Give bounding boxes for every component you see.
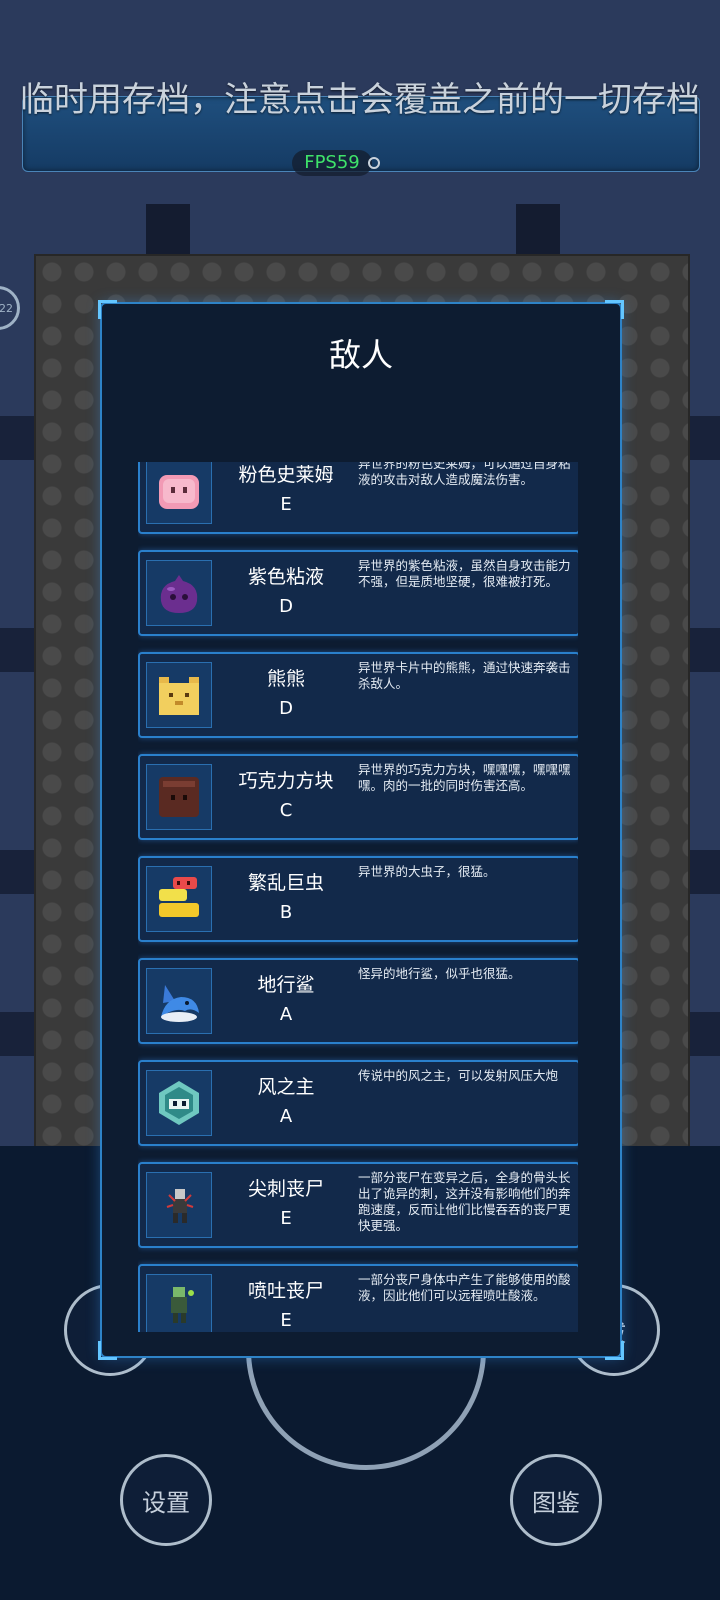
enemy-grade: B bbox=[279, 902, 293, 923]
enemy-name: 风之主 bbox=[257, 1076, 315, 1098]
enemy-grade: E bbox=[280, 494, 292, 515]
enemy-grade: D bbox=[279, 596, 293, 617]
fps-counter: FPS59 bbox=[292, 150, 372, 176]
codex-button-label: 图鉴 bbox=[532, 1488, 580, 1517]
enemy-portrait bbox=[146, 662, 212, 728]
enemy-portrait bbox=[146, 560, 212, 626]
modal-title: 敌人 bbox=[328, 336, 393, 374]
corner-decoration bbox=[98, 300, 117, 319]
enemy-grade: C bbox=[279, 800, 293, 821]
enemy-name: 尖刺丧尸 bbox=[247, 1178, 324, 1200]
corner-decoration bbox=[605, 1341, 624, 1360]
enemy-card[interactable]: 地行鲨 A 怪异的地行鲨，似乎也很猛。 bbox=[138, 958, 578, 1044]
wind-lord-icon bbox=[159, 1081, 199, 1125]
enemy-description: 一部分丧尸身体中产生了能够使用的酸液，因此他们可以远程喷吐酸液。 bbox=[358, 1272, 571, 1303]
enemy-card[interactable]: 粉色史莱姆 E 异世界的粉色史莱姆，可以通过自身粘液的攻击对敌人造成魔法伤害。 bbox=[138, 462, 578, 534]
giant-worm-icon bbox=[159, 877, 199, 917]
enemy-description: 异世界的粉色史莱姆，可以通过自身粘液的攻击对敌人造成魔法伤害。 bbox=[358, 462, 571, 487]
enemy-portrait bbox=[146, 764, 212, 830]
enemy-description: 异世界的大虫子，很猛。 bbox=[358, 864, 496, 879]
enemy-card[interactable]: 繁乱巨虫 B 异世界的大虫子，很猛。 bbox=[138, 856, 578, 942]
enemy-grade: E bbox=[280, 1208, 292, 1229]
enemy-portrait bbox=[146, 462, 212, 524]
corner-decoration bbox=[98, 1341, 117, 1360]
land-shark-icon bbox=[161, 985, 199, 1022]
enemy-portrait bbox=[146, 866, 212, 932]
enemy-portrait bbox=[146, 1070, 212, 1136]
enemy-name: 粉色史莱姆 bbox=[238, 464, 334, 486]
settings-button[interactable]: 设置 bbox=[120, 1454, 212, 1546]
purple-slime-icon bbox=[160, 575, 198, 613]
enemy-name: 地行鲨 bbox=[257, 974, 315, 996]
enemy-card[interactable]: 巧克力方块 C 异世界的巧克力方块，嘿嘿嘿，嘿嘿嘿嘿。肉的一批的同时伤害还高。 bbox=[138, 754, 578, 840]
enemy-card[interactable]: 风之主 A 传说中的风之主，可以发射风压大炮 bbox=[138, 1060, 578, 1146]
spitter-zombie-icon bbox=[171, 1287, 194, 1323]
corner-decoration bbox=[605, 300, 624, 319]
enemy-name: 紫色粘液 bbox=[247, 566, 324, 588]
enemy-description: 一部分丧尸在变异之后，全身的骨头长出了诡异的刺，这并没有影响他们的奔跑速度，反而… bbox=[358, 1170, 571, 1233]
enemy-portrait bbox=[146, 1274, 212, 1332]
enemy-description: 异世界的紫色粘液，虽然自身攻击能力不强，但是质地坚硬，很难被打死。 bbox=[358, 558, 571, 589]
enemy-codex-modal: 敌人 粉色史莱姆 E 异世界的粉色史莱姆，可以通过自身粘液的攻击对敌人造成魔法伤… bbox=[98, 300, 624, 1360]
enemy-name: 喷吐丧尸 bbox=[247, 1280, 324, 1302]
level-badge[interactable]: 22 bbox=[0, 286, 20, 330]
spike-zombie-icon bbox=[166, 1189, 194, 1223]
enemy-portrait bbox=[146, 968, 212, 1034]
enemy-list[interactable]: 粉色史莱姆 E 异世界的粉色史莱姆，可以通过自身粘液的攻击对敌人造成魔法伤害。 … bbox=[138, 462, 578, 1332]
codex-button[interactable]: 图鉴 bbox=[510, 1454, 602, 1546]
settings-button-label: 设置 bbox=[142, 1488, 190, 1517]
enemy-grade: D bbox=[279, 698, 293, 719]
enemy-portrait bbox=[146, 1172, 212, 1238]
enemy-card[interactable]: 紫色粘液 D 异世界的紫色粘液，虽然自身攻击能力不强，但是质地坚硬，很难被打死。 bbox=[138, 550, 578, 636]
enemy-name: 熊熊 bbox=[266, 668, 305, 690]
chocolate-block-icon bbox=[159, 777, 199, 817]
enemy-description: 异世界卡片中的熊熊，通过快速奔袭击杀敌人。 bbox=[358, 660, 571, 691]
save-warning-text: 临时用存档，注意点击会覆盖之前的一切存档 bbox=[20, 80, 700, 120]
enemy-card[interactable]: 熊熊 D 异世界卡片中的熊熊，通过快速奔袭击杀敌人。 bbox=[138, 652, 578, 738]
enemy-name: 巧克力方块 bbox=[238, 770, 334, 792]
gate-tower-right bbox=[516, 204, 560, 256]
enemy-card[interactable]: 尖刺丧尸 E 一部分丧尸在变异之后，全身的骨头长出了诡异的刺，这并没有影响他们的… bbox=[138, 1162, 578, 1248]
pink-slime-icon bbox=[159, 475, 199, 509]
enemy-description: 怪异的地行鲨，似乎也很猛。 bbox=[358, 966, 521, 981]
enemy-card[interactable]: 喷吐丧尸 E 一部分丧尸身体中产生了能够使用的酸液，因此他们可以远程喷吐酸液。 bbox=[138, 1264, 578, 1332]
gate-tower-left bbox=[146, 204, 190, 256]
enemy-grade: A bbox=[279, 1004, 293, 1025]
enemy-name: 繁乱巨虫 bbox=[247, 872, 324, 894]
enemy-description: 传说中的风之主，可以发射风压大炮 bbox=[358, 1068, 559, 1083]
enemy-description: 异世界的巧克力方块，嘿嘿嘿，嘿嘿嘿嘿。肉的一批的同时伤害还高。 bbox=[358, 762, 571, 793]
fps-indicator-icon bbox=[368, 157, 380, 169]
enemy-grade: A bbox=[279, 1106, 293, 1127]
bear-icon bbox=[159, 677, 199, 715]
enemy-grade: E bbox=[280, 1310, 292, 1331]
